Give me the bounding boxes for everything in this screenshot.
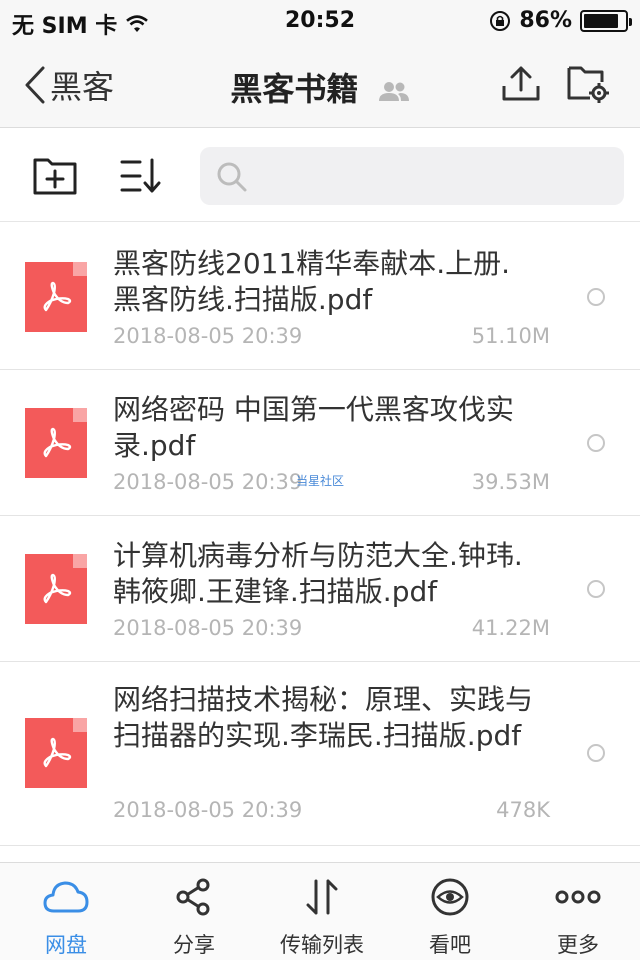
battery-icon [580, 9, 632, 32]
tab-label: 分享 [173, 933, 215, 957]
tab-more[interactable]: 更多 [512, 863, 640, 961]
new-folder-button[interactable] [32, 156, 78, 200]
tab-netdisk[interactable]: 网盘 [0, 863, 132, 961]
status-bar: 无 SIM 卡 20:52 86% [0, 0, 640, 40]
page-title: 黑客书籍 [230, 70, 359, 108]
search-input[interactable] [256, 147, 616, 205]
file-name: 网络密码 中国第一代黑客攻伐实录.pdf [113, 393, 514, 462]
pdf-file-icon [25, 554, 87, 624]
acrobat-icon [43, 573, 72, 604]
acrobat-icon [43, 737, 72, 768]
file-name: 黑客防线2011精华奉献本.上册.黑客防线.扫描版.pdf [113, 247, 511, 316]
file-row[interactable]: 网络扫描技术揭秘：原理、实践与扫描器的实现.李瑞民.扫描版.pdf 2018-0… [0, 662, 640, 846]
tab-label: 更多 [557, 933, 599, 957]
file-size: 478K [496, 798, 550, 822]
transfer-icon [306, 879, 338, 915]
file-row[interactable]: 黑客防线2011精华奉献本.上册.黑客防线.扫描版.pdf 2018-08-05… [0, 222, 640, 370]
sort-button[interactable] [120, 158, 164, 198]
search-box[interactable] [200, 147, 624, 205]
file-date: 2018-08-05 20:39 [113, 324, 303, 348]
file-row[interactable]: 计算机病毒分析与防范大全.钟玮.韩筱卿.王建锋.扫描版.pdf 2018-08-… [0, 516, 640, 662]
battery-percent: 86% [519, 8, 572, 33]
upload-button[interactable] [500, 62, 542, 108]
tab-label: 网盘 [45, 933, 87, 957]
file-date: 2018-08-05 20:39 [113, 616, 303, 640]
file-size: 41.22M [471, 616, 550, 640]
shared-group-icon [378, 82, 409, 101]
file-date: 2018-08-05 20:39 [113, 798, 303, 822]
file-name: 网络扫描技术揭秘：原理、实践与扫描器的实现.李瑞民.扫描版.pdf [113, 683, 534, 752]
upload-icon [502, 66, 540, 101]
battery-fill [584, 13, 618, 28]
acrobat-icon [43, 427, 72, 458]
orientation-lock-icon [490, 10, 511, 31]
more-icon [555, 890, 601, 904]
pdf-file-icon [25, 408, 87, 478]
tab-bar: 网盘 分享 传输列表 看吧 更多 [0, 862, 640, 960]
pdf-file-icon [25, 262, 87, 332]
file-date: 2018-08-05 20:39 [113, 470, 303, 494]
cloud-icon [43, 881, 89, 913]
tab-label: 看吧 [429, 933, 471, 957]
status-right: 86% [489, 8, 632, 33]
watermark-text: 当星社区 [296, 474, 345, 488]
page-title-wrap: 黑客书籍 [0, 64, 640, 110]
file-row[interactable]: 网络密码 中国第一代黑客攻伐实录.pdf 2018-08-05 20:39 当星… [0, 370, 640, 516]
tab-label: 传输列表 [280, 933, 364, 957]
select-radio[interactable] [587, 744, 605, 762]
toolbar [0, 128, 640, 222]
tab-kanba[interactable]: 看吧 [384, 863, 516, 961]
select-radio[interactable] [587, 580, 605, 598]
tab-transfer-list[interactable]: 传输列表 [256, 863, 388, 961]
file-size: 51.10M [471, 324, 550, 348]
search-icon [217, 162, 247, 192]
file-name: 计算机病毒分析与防范大全.钟玮.韩筱卿.王建锋.扫描版.pdf [113, 539, 523, 608]
file-size: 39.53M [471, 470, 550, 494]
pdf-file-icon [25, 718, 87, 788]
eye-icon [431, 878, 469, 916]
nav-bar: 黑客 黑客书籍 [0, 40, 640, 128]
sort-icon [120, 158, 161, 193]
file-list: 黑客防线2011精华奉献本.上册.黑客防线.扫描版.pdf 2018-08-05… [0, 222, 640, 846]
new-folder-icon [33, 158, 77, 195]
acrobat-icon [43, 281, 72, 312]
tab-share[interactable]: 分享 [128, 863, 260, 961]
share-icon [176, 878, 210, 916]
select-radio[interactable] [587, 434, 605, 452]
folder-settings-icon [567, 66, 609, 103]
folder-settings-button[interactable] [566, 62, 610, 108]
select-radio[interactable] [587, 288, 605, 306]
